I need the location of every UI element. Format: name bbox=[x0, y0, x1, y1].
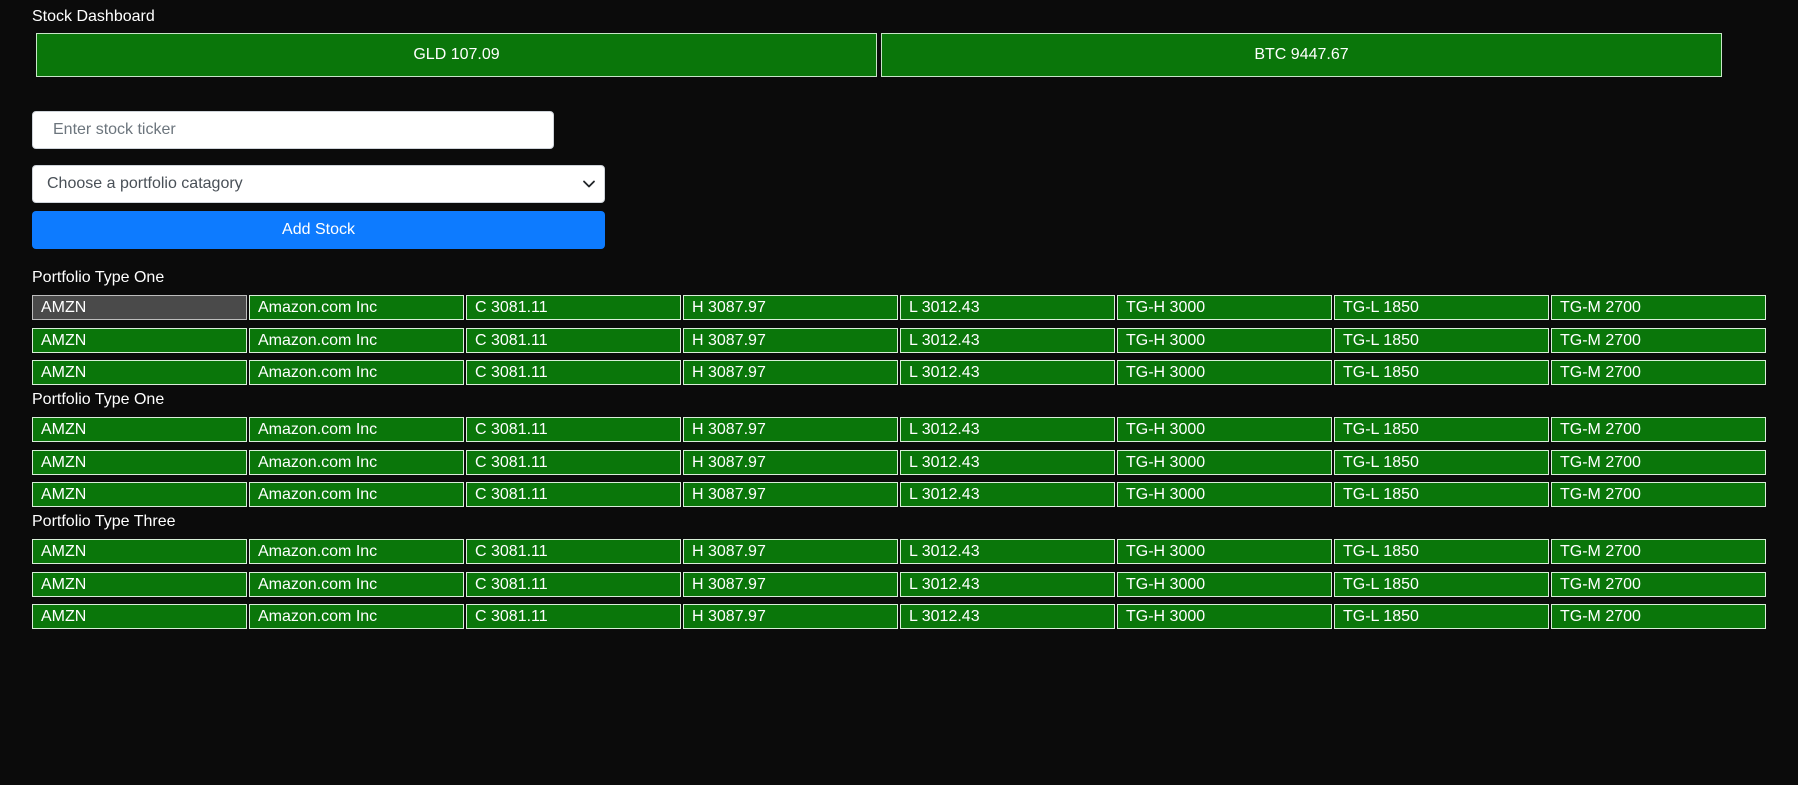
portfolio-label: Portfolio Type One bbox=[32, 269, 165, 286]
cell-company[interactable]: Amazon.com Inc bbox=[249, 604, 464, 629]
add-stock-button[interactable]: Add Stock bbox=[32, 211, 605, 249]
portfolio-label: Portfolio Type One bbox=[32, 391, 165, 408]
cell-low[interactable]: L 3012.43 bbox=[900, 417, 1115, 442]
cell-close[interactable]: C 3081.11 bbox=[466, 417, 681, 442]
cell-target-low[interactable]: TG-L 1850 bbox=[1334, 572, 1549, 597]
cell-company[interactable]: Amazon.com Inc bbox=[249, 360, 464, 385]
stock-row[interactable]: AMZN Amazon.com Inc C 3081.11 H 3087.97 L 30… bbox=[32, 328, 1768, 353]
cell-target-high[interactable]: TG-H 3000 bbox=[1117, 450, 1332, 475]
cell-high[interactable]: H 3087.97 bbox=[683, 450, 898, 475]
cell-close[interactable]: C 3081.11 bbox=[466, 295, 681, 320]
cell-close[interactable]: C 3081.11 bbox=[466, 572, 681, 597]
stock-row[interactable]: AMZN Amazon.com Inc C 3081.11 H 3087.97 L 30… bbox=[32, 572, 1768, 597]
cell-low[interactable]: L 3012.43 bbox=[900, 539, 1115, 564]
portfolio-category-select[interactable]: Choose a portfolio catagory bbox=[32, 165, 605, 203]
cell-ticker[interactable]: AMZN bbox=[32, 328, 247, 353]
cell-high[interactable]: H 3087.97 bbox=[683, 539, 898, 564]
cell-target-high[interactable]: TG-H 3000 bbox=[1117, 572, 1332, 597]
cell-target-mid[interactable]: TG-M 2700 bbox=[1551, 482, 1766, 507]
cell-ticker[interactable]: AMZN bbox=[32, 295, 247, 320]
ticker-gld[interactable]: GLD 107.09 bbox=[36, 33, 877, 77]
portfolio-label: Portfolio Type Three bbox=[32, 513, 176, 530]
cell-low[interactable]: L 3012.43 bbox=[900, 360, 1115, 385]
cell-low[interactable]: L 3012.43 bbox=[900, 328, 1115, 353]
cell-target-high[interactable]: TG-H 3000 bbox=[1117, 482, 1332, 507]
cell-high[interactable]: H 3087.97 bbox=[683, 417, 898, 442]
page-title: Stock Dashboard bbox=[32, 8, 155, 25]
cell-close[interactable]: C 3081.11 bbox=[466, 604, 681, 629]
cell-target-low[interactable]: TG-L 1850 bbox=[1334, 450, 1549, 475]
cell-high[interactable]: H 3087.97 bbox=[683, 604, 898, 629]
cell-company[interactable]: Amazon.com Inc bbox=[249, 417, 464, 442]
cell-low[interactable]: L 3012.43 bbox=[900, 482, 1115, 507]
cell-high[interactable]: H 3087.97 bbox=[683, 328, 898, 353]
cell-close[interactable]: C 3081.11 bbox=[466, 482, 681, 507]
cell-close[interactable]: C 3081.11 bbox=[466, 360, 681, 385]
stock-row[interactable]: AMZN Amazon.com Inc C 3081.11 H 3087.97 L 30… bbox=[32, 360, 1768, 385]
cell-low[interactable]: L 3012.43 bbox=[900, 295, 1115, 320]
cell-target-mid[interactable]: TG-M 2700 bbox=[1551, 417, 1766, 442]
ticker-input[interactable] bbox=[32, 111, 554, 149]
cell-target-mid[interactable]: TG-M 2700 bbox=[1551, 328, 1766, 353]
cell-target-high[interactable]: TG-H 3000 bbox=[1117, 539, 1332, 564]
cell-target-low[interactable]: TG-L 1850 bbox=[1334, 604, 1549, 629]
cell-target-high[interactable]: TG-H 3000 bbox=[1117, 295, 1332, 320]
cell-ticker[interactable]: AMZN bbox=[32, 604, 247, 629]
cell-company[interactable]: Amazon.com Inc bbox=[249, 539, 464, 564]
cell-company[interactable]: Amazon.com Inc bbox=[249, 295, 464, 320]
cell-ticker[interactable]: AMZN bbox=[32, 450, 247, 475]
cell-company[interactable]: Amazon.com Inc bbox=[249, 450, 464, 475]
cell-high[interactable]: H 3087.97 bbox=[683, 360, 898, 385]
cell-target-low[interactable]: TG-L 1850 bbox=[1334, 539, 1549, 564]
cell-target-mid[interactable]: TG-M 2700 bbox=[1551, 360, 1766, 385]
cell-high[interactable]: H 3087.97 bbox=[683, 295, 898, 320]
cell-low[interactable]: L 3012.43 bbox=[900, 604, 1115, 629]
cell-target-mid[interactable]: TG-M 2700 bbox=[1551, 539, 1766, 564]
cell-company[interactable]: Amazon.com Inc bbox=[249, 482, 464, 507]
cell-ticker[interactable]: AMZN bbox=[32, 482, 247, 507]
cell-low[interactable]: L 3012.43 bbox=[900, 572, 1115, 597]
cell-company[interactable]: Amazon.com Inc bbox=[249, 328, 464, 353]
stock-row[interactable]: AMZN Amazon.com Inc C 3081.11 H 3087.97 L 30… bbox=[32, 295, 1768, 320]
cell-target-mid[interactable]: TG-M 2700 bbox=[1551, 604, 1766, 629]
cell-target-high[interactable]: TG-H 3000 bbox=[1117, 360, 1332, 385]
stock-row[interactable]: AMZN Amazon.com Inc C 3081.11 H 3087.97 L 30… bbox=[32, 450, 1768, 475]
ticker-btc[interactable]: BTC 9447.67 bbox=[881, 33, 1722, 77]
cell-target-mid[interactable]: TG-M 2700 bbox=[1551, 450, 1766, 475]
stock-row[interactable]: AMZN Amazon.com Inc C 3081.11 H 3087.97 L 30… bbox=[32, 482, 1768, 507]
cell-close[interactable]: C 3081.11 bbox=[466, 539, 681, 564]
cell-ticker[interactable]: AMZN bbox=[32, 539, 247, 564]
cell-target-mid[interactable]: TG-M 2700 bbox=[1551, 572, 1766, 597]
cell-target-low[interactable]: TG-L 1850 bbox=[1334, 482, 1549, 507]
cell-target-low[interactable]: TG-L 1850 bbox=[1334, 360, 1549, 385]
cell-close[interactable]: C 3081.11 bbox=[466, 328, 681, 353]
cell-target-mid[interactable]: TG-M 2700 bbox=[1551, 295, 1766, 320]
cell-target-low[interactable]: TG-L 1850 bbox=[1334, 295, 1549, 320]
cell-target-low[interactable]: TG-L 1850 bbox=[1334, 328, 1549, 353]
cell-target-high[interactable]: TG-H 3000 bbox=[1117, 604, 1332, 629]
cell-target-high[interactable]: TG-H 3000 bbox=[1117, 417, 1332, 442]
stock-dashboard: Stock Dashboard GLD 107.09 BTC 9447.67 C… bbox=[0, 0, 1798, 785]
stock-row[interactable]: AMZN Amazon.com Inc C 3081.11 H 3087.97 L 30… bbox=[32, 539, 1768, 564]
cell-target-high[interactable]: TG-H 3000 bbox=[1117, 328, 1332, 353]
ticker-bar: GLD 107.09 BTC 9447.67 bbox=[36, 33, 1722, 77]
stock-row[interactable]: AMZN Amazon.com Inc C 3081.11 H 3087.97 L 30… bbox=[32, 417, 1768, 442]
cell-close[interactable]: C 3081.11 bbox=[466, 450, 681, 475]
cell-high[interactable]: H 3087.97 bbox=[683, 482, 898, 507]
cell-ticker[interactable]: AMZN bbox=[32, 572, 247, 597]
cell-low[interactable]: L 3012.43 bbox=[900, 450, 1115, 475]
cell-company[interactable]: Amazon.com Inc bbox=[249, 572, 464, 597]
cell-ticker[interactable]: AMZN bbox=[32, 360, 247, 385]
stock-row[interactable]: AMZN Amazon.com Inc C 3081.11 H 3087.97 L 30… bbox=[32, 604, 1768, 629]
category-select-value: Choose a portfolio catagory bbox=[47, 175, 243, 192]
cell-high[interactable]: H 3087.97 bbox=[683, 572, 898, 597]
chevron-down-icon bbox=[583, 180, 595, 188]
cell-ticker[interactable]: AMZN bbox=[32, 417, 247, 442]
cell-target-low[interactable]: TG-L 1850 bbox=[1334, 417, 1549, 442]
